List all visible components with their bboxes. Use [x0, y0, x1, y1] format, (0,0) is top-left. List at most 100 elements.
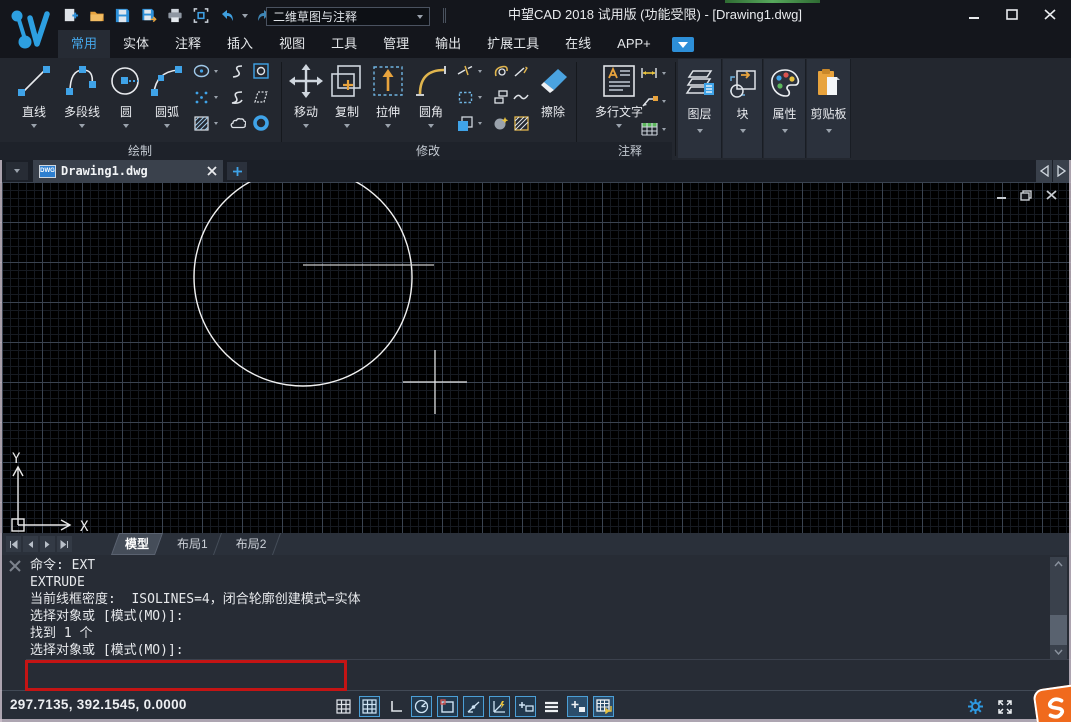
array-icon[interactable] [456, 88, 474, 106]
stretch-button[interactable]: 拉伸 [368, 60, 408, 142]
selection-cycling-icon[interactable] [567, 696, 588, 717]
blend-icon[interactable] [492, 114, 510, 132]
plot-preview-icon[interactable] [190, 6, 211, 25]
minimize-button[interactable] [961, 5, 987, 23]
tab-annotate[interactable]: 注释 [162, 30, 214, 58]
trim-dropdown-icon[interactable] [476, 62, 483, 80]
point-icon[interactable] [192, 88, 210, 106]
region-icon[interactable] [252, 62, 270, 80]
hatch-icon[interactable] [192, 114, 210, 132]
copy-button[interactable]: 复制 [328, 60, 366, 142]
dimension-dropdown-icon[interactable] [660, 64, 667, 82]
ortho-mode-icon[interactable] [385, 696, 406, 717]
tab-view[interactable]: 视图 [266, 30, 318, 58]
last-tab-icon[interactable] [57, 536, 72, 552]
prev-tab-icon[interactable] [23, 536, 38, 552]
new-file-icon[interactable] [60, 6, 81, 25]
doc-scroll-left-icon[interactable] [1035, 160, 1052, 182]
fullscreen-icon[interactable] [994, 696, 1015, 717]
clipboard-button[interactable]: 剪贴板 [807, 59, 851, 158]
workspace-selector[interactable]: 二维草图与注释 [266, 7, 430, 26]
doc-list-dropdown-icon[interactable] [6, 162, 28, 180]
table-dropdown-icon[interactable] [660, 120, 667, 138]
fillet-button[interactable]: 圆角 [410, 60, 452, 142]
tab-online[interactable]: 在线 [552, 30, 604, 58]
drawing-minimize-icon[interactable] [993, 188, 1009, 202]
maximize-button[interactable] [999, 5, 1025, 23]
drawing-restore-icon[interactable] [1018, 188, 1034, 202]
tab-model[interactable]: 模型 [111, 533, 163, 555]
command-window[interactable]: 命令: EXT EXTRUDE 当前线框密度: ISOLINES=4，闭合轮廓创… [0, 555, 1071, 690]
undo-icon[interactable] [216, 6, 237, 25]
command-scrollbar[interactable] [1050, 557, 1067, 659]
print-icon[interactable] [164, 6, 185, 25]
command-prompt[interactable]: 指定拉伸高度或 [方向(D)/路径(P)/倾斜角(T)]: [30, 665, 379, 689]
scroll-down-icon[interactable] [1050, 645, 1067, 659]
tab-output[interactable]: 输出 [422, 30, 474, 58]
save-as-icon[interactable] [138, 6, 159, 25]
command-close-icon[interactable] [8, 559, 22, 573]
tab-layout2[interactable]: 布局2 [222, 533, 281, 555]
tab-layout1[interactable]: 布局1 [163, 533, 222, 555]
dimension-icon[interactable] [640, 64, 658, 82]
break-icon[interactable] [512, 88, 530, 106]
layers-button[interactable]: 图层 [678, 59, 722, 158]
leader-icon[interactable] [640, 92, 658, 110]
first-tab-icon[interactable] [6, 536, 21, 552]
grid-display-icon[interactable] [359, 696, 380, 717]
tab-insert[interactable]: 插入 [214, 30, 266, 58]
ellipse-dropdown-icon[interactable] [212, 62, 219, 80]
object-snap-tracking-icon[interactable] [489, 696, 510, 717]
gradient-icon[interactable] [512, 114, 530, 132]
leader-dropdown-icon[interactable] [660, 92, 667, 110]
drawing-canvas[interactable]: Y X [0, 182, 1071, 533]
align-icon[interactable] [492, 88, 510, 106]
explode-icon[interactable] [456, 114, 474, 132]
save-icon[interactable] [112, 6, 133, 25]
array-dropdown-icon[interactable] [476, 88, 483, 106]
annotation-monitor-icon[interactable] [593, 696, 614, 717]
move-button[interactable]: 移动 [286, 60, 326, 142]
table-icon[interactable] [640, 120, 658, 138]
wipeout-icon[interactable] [252, 88, 270, 106]
tab-tools[interactable]: 工具 [318, 30, 370, 58]
document-tab[interactable]: DWG Drawing1.dwg [33, 160, 223, 182]
lineweight-icon[interactable] [541, 696, 562, 717]
next-tab-icon[interactable] [40, 536, 55, 552]
snap-tracking-icon[interactable] [463, 696, 484, 717]
explode-dropdown-icon[interactable] [476, 114, 483, 132]
revision-spline-icon[interactable] [228, 88, 246, 106]
ellipse-icon[interactable] [192, 62, 210, 80]
circle-entity[interactable] [194, 182, 412, 386]
scroll-up-icon[interactable] [1050, 557, 1067, 571]
mail-icon[interactable] [672, 37, 694, 52]
revcloud-icon[interactable] [228, 114, 246, 132]
close-button[interactable] [1037, 5, 1063, 23]
drawing-close-icon[interactable] [1043, 188, 1059, 202]
properties-button[interactable]: 属性 [764, 59, 806, 158]
polyline-button[interactable]: 多段线 [58, 60, 106, 142]
hatch-dropdown-icon[interactable] [212, 114, 219, 132]
point-dropdown-icon[interactable] [212, 88, 219, 106]
line-button[interactable]: 直线 [12, 60, 56, 142]
doc-scroll-right-icon[interactable] [1052, 160, 1069, 182]
scrollbar-thumb[interactable] [1050, 615, 1067, 645]
tab-app-plus[interactable]: APP+ [604, 30, 664, 58]
circle-button[interactable]: 圆 [108, 60, 144, 142]
dynamic-input-icon[interactable] [515, 696, 536, 717]
new-document-tab-button[interactable] [227, 162, 247, 180]
erase-button[interactable]: 擦除 [532, 60, 574, 142]
tab-home[interactable]: 常用 [58, 30, 110, 58]
undo-dropdown-icon[interactable] [242, 14, 248, 18]
document-close-icon[interactable] [207, 166, 217, 176]
tab-express-tools[interactable]: 扩展工具 [474, 30, 552, 58]
tab-manage[interactable]: 管理 [370, 30, 422, 58]
polar-tracking-icon[interactable] [411, 696, 432, 717]
offset-icon[interactable] [492, 62, 510, 80]
open-folder-icon[interactable] [86, 6, 107, 25]
trim-icon[interactable] [456, 62, 474, 80]
donut-icon[interactable] [252, 114, 270, 132]
block-button[interactable]: 块 [723, 59, 763, 158]
tab-solid[interactable]: 实体 [110, 30, 162, 58]
spline-icon[interactable] [228, 62, 246, 80]
